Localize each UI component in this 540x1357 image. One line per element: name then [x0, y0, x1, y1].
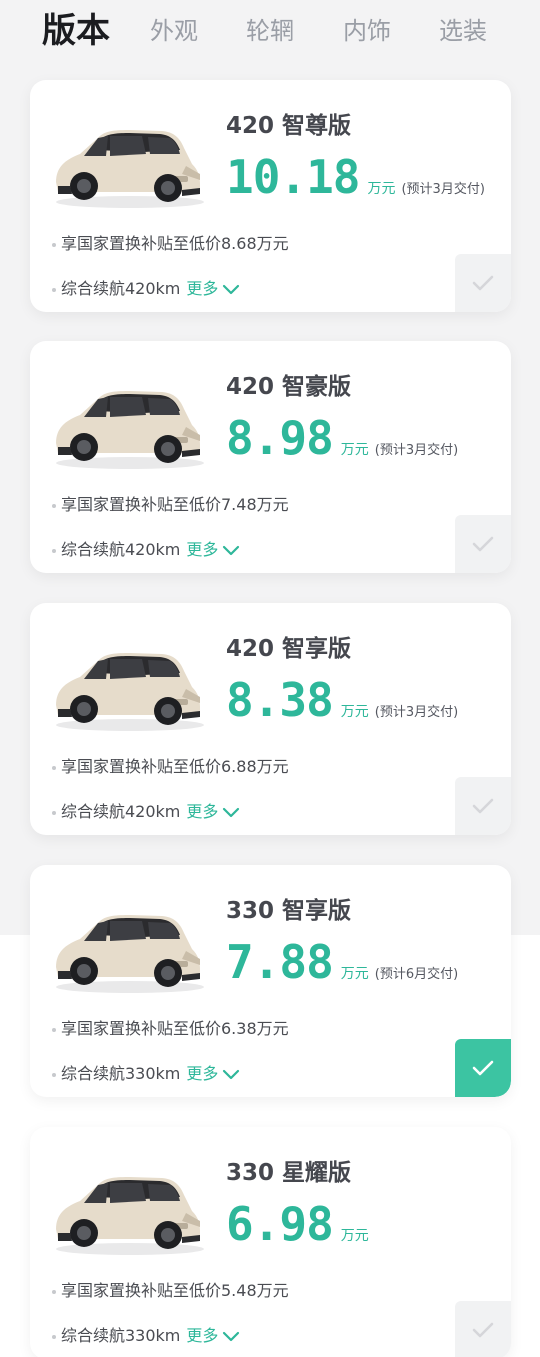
check-icon	[472, 275, 494, 291]
delivery-estimate: (预计3月交付)	[374, 443, 459, 458]
bullet-dot	[52, 1334, 56, 1339]
tab-version[interactable]: 版本	[42, 10, 110, 52]
version-name: 420 智享版	[226, 636, 352, 662]
range-text: 综合续航420km	[61, 279, 181, 298]
bullet-dot	[52, 503, 56, 508]
range-line: 综合续航420km 更多	[52, 275, 240, 299]
range-line: 综合续航420km 更多	[52, 798, 240, 822]
range-text: 综合续航330km	[61, 1064, 181, 1083]
select-check-button[interactable]	[455, 777, 511, 835]
subsidy-line: 享国家置换补贴至低价6.38万元	[52, 1015, 289, 1039]
price-unit: 万元	[340, 704, 369, 720]
version-name: 420 智尊版	[226, 113, 352, 139]
version-card-selected[interactable]: 330 智享版 7.88 万元 (预计6月交付) 享国家置换补贴至低价6.38万元 …	[30, 865, 511, 1097]
delivery-estimate: (预计6月交付)	[374, 967, 459, 982]
subsidy-text: 享国家置换补贴至低价8.68万元	[61, 234, 289, 253]
price-row: 7.88 万元 (预计6月交付)	[226, 935, 458, 989]
subsidy-text: 享国家置换补贴至低价7.48万元	[61, 495, 289, 514]
range-line: 综合续航330km 更多	[52, 1322, 240, 1346]
price-unit: 万元	[340, 1228, 369, 1244]
check-icon	[472, 1060, 494, 1076]
price-unit: 万元	[340, 966, 369, 982]
subsidy-line: 享国家置换补贴至低价7.48万元	[52, 491, 289, 515]
price-row: 8.98 万元 (预计3月交付)	[226, 411, 458, 465]
version-card[interactable]: 330 星耀版 6.98 万元 享国家置换补贴至低价5.48万元 综合续航330k…	[30, 1127, 511, 1357]
price-row: 10.18 万元 (预计3月交付)	[226, 150, 485, 204]
more-link[interactable]: 更多	[186, 1326, 218, 1345]
price-unit: 万元	[340, 442, 369, 458]
range-text: 综合续航420km	[61, 540, 181, 559]
subsidy-text: 享国家置换补贴至低价5.48万元	[61, 1281, 289, 1300]
tab-interior[interactable]: 内饰	[343, 16, 391, 46]
range-line: 综合续航420km 更多	[52, 536, 240, 560]
more-link[interactable]: 更多	[186, 1064, 218, 1083]
tab-bar: 版本 外观 轮辋 内饰 选装	[0, 0, 540, 62]
version-card[interactable]: 420 智尊版 10.18 万元 (预计3月交付) 享国家置换补贴至低价8.68万元…	[30, 80, 511, 312]
bullet-dot	[52, 810, 56, 815]
price-row: 6.98 万元	[226, 1197, 375, 1251]
range-line: 综合续航330km 更多	[52, 1060, 240, 1084]
car-image	[56, 1177, 204, 1255]
version-card[interactable]: 420 智豪版 8.98 万元 (预计3月交付) 享国家置换补贴至低价7.48万元 …	[30, 341, 511, 573]
bullet-dot	[52, 548, 56, 553]
bullet-dot	[52, 1027, 56, 1032]
chevron-down-icon[interactable]	[222, 1069, 240, 1081]
check-icon	[472, 1322, 494, 1338]
version-name: 330 智享版	[226, 898, 352, 924]
more-link[interactable]: 更多	[186, 802, 218, 821]
subsidy-line: 享国家置换补贴至低价5.48万元	[52, 1277, 289, 1301]
delivery-estimate: (预计3月交付)	[374, 705, 459, 720]
version-name: 330 星耀版	[226, 1160, 352, 1186]
select-check-button[interactable]	[455, 515, 511, 573]
version-price: 6.98	[226, 1197, 334, 1251]
bullet-dot	[52, 242, 56, 247]
price-row: 8.38 万元 (预计3月交付)	[226, 673, 458, 727]
version-price: 8.38	[226, 673, 334, 727]
select-check-button[interactable]	[455, 254, 511, 312]
select-check-button[interactable]	[455, 1301, 511, 1357]
tab-wheels[interactable]: 轮辋	[246, 16, 294, 46]
select-check-button[interactable]	[455, 1039, 511, 1097]
subsidy-line: 享国家置换补贴至低价8.68万元	[52, 230, 289, 254]
price-unit: 万元	[367, 181, 396, 197]
chevron-down-icon[interactable]	[222, 545, 240, 557]
more-link[interactable]: 更多	[186, 279, 218, 298]
version-card[interactable]: 420 智享版 8.38 万元 (预计3月交付) 享国家置换补贴至低价6.88万元 …	[30, 603, 511, 835]
check-icon	[472, 798, 494, 814]
range-text: 综合续航420km	[61, 802, 181, 821]
bullet-dot	[52, 287, 56, 292]
tab-exterior[interactable]: 外观	[150, 16, 198, 46]
chevron-down-icon[interactable]	[222, 284, 240, 296]
range-text: 综合续航330km	[61, 1326, 181, 1345]
version-price: 8.98	[226, 411, 334, 465]
tab-options[interactable]: 选装	[439, 16, 487, 46]
car-image	[56, 391, 204, 469]
delivery-estimate: (预计3月交付)	[401, 182, 485, 197]
version-price: 7.88	[226, 935, 334, 989]
check-icon	[472, 536, 494, 552]
subsidy-text: 享国家置换补贴至低价6.88万元	[61, 757, 289, 776]
chevron-down-icon[interactable]	[222, 807, 240, 819]
subsidy-text: 享国家置换补贴至低价6.38万元	[61, 1019, 289, 1038]
more-link[interactable]: 更多	[186, 540, 218, 559]
car-image	[56, 130, 204, 208]
version-name: 420 智豪版	[226, 374, 352, 400]
car-image	[56, 653, 204, 731]
version-selector-page: 版本 外观 轮辋 内饰 选装 420 智尊版 10.18 万元 (预计3月交付) 享…	[0, 0, 540, 1357]
bullet-dot	[52, 765, 56, 770]
chevron-down-icon[interactable]	[222, 1331, 240, 1343]
bullet-dot	[52, 1072, 56, 1077]
car-image	[56, 915, 204, 993]
subsidy-line: 享国家置换补贴至低价6.88万元	[52, 753, 289, 777]
version-price: 10.18	[226, 150, 360, 204]
bullet-dot	[52, 1289, 56, 1294]
